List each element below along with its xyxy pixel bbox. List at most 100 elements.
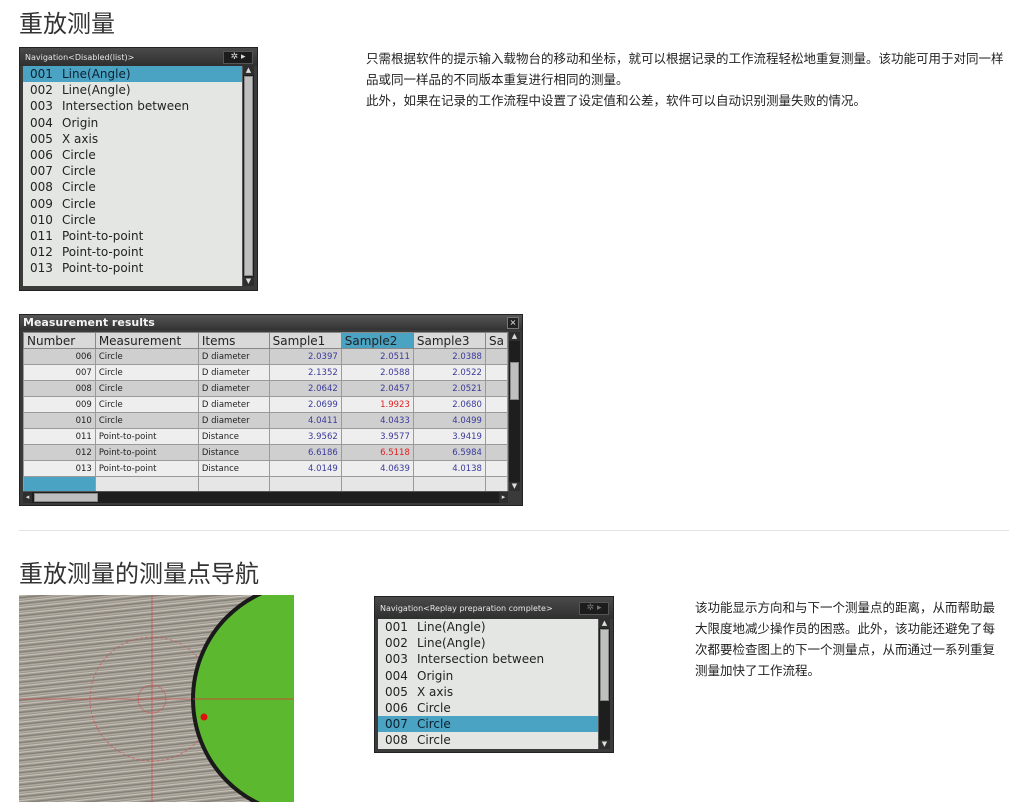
scroll-down-icon[interactable]: ▼ [509, 482, 520, 491]
navigation-item[interactable]: 013 Point-to-point [23, 260, 242, 276]
navigation-item-number: 011 [30, 228, 53, 243]
cell-value: 2.0642 [268, 380, 342, 397]
column-header[interactable]: Measurement [94, 332, 199, 349]
cell-value: 2.0388 [412, 348, 486, 365]
caret-right-icon: ▸ [597, 603, 602, 613]
measurement-results-panel: Measurement results × Number Measurement I… [19, 314, 523, 506]
vertical-scrollbar[interactable]: ▲ ▼ [598, 619, 610, 749]
navigation-item[interactable]: 010 Circle [23, 212, 242, 228]
navigation-panel: Navigation<Disabled(list)> ✲ ▸ 001 Line(A… [19, 47, 258, 291]
navigation-item[interactable]: 005 X axis [378, 684, 598, 700]
scroll-thumb[interactable] [34, 493, 98, 502]
column-header[interactable]: Sample2 [340, 332, 414, 349]
vertical-scrollbar[interactable]: ▲ ▼ [242, 66, 254, 286]
column-header[interactable]: Items [197, 332, 270, 349]
navigation-item[interactable]: 002 Line(Angle) [23, 82, 242, 98]
cell-value: 2.0457 [340, 380, 414, 397]
gear-menu-button[interactable]: ✲ ▸ [223, 50, 253, 64]
navigation-item-number: 005 [30, 131, 53, 146]
scroll-down-icon[interactable]: ▼ [243, 277, 254, 286]
navigation-item-number: 008 [30, 180, 53, 195]
navigation-item[interactable]: 001 Line(Angle) [23, 66, 242, 83]
cell-value: 3.9562 [268, 428, 342, 445]
scroll-down-icon[interactable]: ▼ [599, 740, 610, 749]
column-header[interactable]: Sample1 [268, 332, 342, 349]
cell-number: 010 [23, 412, 96, 429]
column-header[interactable]: Number [23, 332, 96, 349]
navigation-item[interactable]: 008 Circle [378, 732, 598, 748]
navigation-item[interactable]: 003 Intersection between [378, 651, 598, 667]
cell-text: Point-to-point [94, 428, 199, 445]
navigation-item[interactable]: 006 Circle [23, 147, 242, 163]
scroll-thumb[interactable] [510, 362, 519, 400]
navigation-item[interactable]: 003 Intersection between [23, 98, 242, 114]
results-vertical-scrollbar[interactable]: ▲ ▼ [508, 332, 520, 491]
navigation-list[interactable]: 001 Line(Angle) 002 Line(Angle) 003 Intersect… [378, 619, 610, 749]
navigation-item[interactable]: 009 Circle [23, 196, 242, 212]
column-header[interactable]: Sample3 [412, 332, 486, 349]
navigation-item[interactable]: 004 Origin [378, 668, 598, 684]
scroll-up-icon[interactable]: ▲ [599, 619, 610, 628]
section-title-replay: 重放测量 [19, 10, 115, 38]
cell-value: 2.0680 [412, 396, 486, 413]
table-row[interactable]: 008 Circle D diameter 2.0642 2.0457 2.0521 [23, 380, 508, 397]
scroll-left-icon[interactable]: ◂ [23, 492, 32, 503]
table-row[interactable]: 012 Point-to-point Distance 6.6186 6.5118 6.5… [23, 444, 508, 461]
table-row[interactable]: 009 Circle D diameter 2.0699 1.9923 2.0680 [23, 396, 508, 413]
navigation-item-label: X axis [62, 131, 99, 146]
cell-number: 006 [23, 348, 96, 365]
gear-menu-button[interactable]: ✲ ▸ [579, 601, 609, 615]
cell-empty [484, 396, 508, 413]
navigation-item-label: Origin [417, 668, 454, 683]
navigation-item-number: 001 [385, 620, 408, 634]
section-title-navigation: 重放测量的测量点导航 [19, 560, 259, 588]
navigation-item-label: Circle [417, 700, 451, 715]
navigation-item-label: Point-to-point [62, 228, 144, 243]
cell-value: 3.9419 [412, 428, 486, 445]
scroll-thumb[interactable] [244, 76, 253, 276]
navigation-item[interactable]: 012 Point-to-point [23, 244, 242, 260]
cell-value: 4.0433 [340, 412, 414, 429]
navigation-item[interactable]: 002 Line(Angle) [378, 635, 598, 651]
navigation-item-number: 004 [30, 115, 53, 130]
navigation-item-number: 001 [30, 67, 53, 81]
scroll-up-icon[interactable]: ▲ [509, 332, 520, 341]
navigation-item[interactable]: 005 X axis [23, 131, 242, 147]
cell-text: Point-to-point [94, 460, 199, 477]
scroll-up-icon[interactable]: ▲ [243, 66, 254, 75]
results-grid[interactable]: Number Measurement Items Sample1 Sample2 Samp… [23, 332, 508, 493]
navigation-item[interactable]: 006 Circle [378, 700, 598, 716]
navigation-item[interactable]: 007 Circle [378, 716, 598, 733]
navigation-item-number: 003 [30, 99, 53, 114]
results-title-text: Measurement results [23, 316, 155, 329]
table-row[interactable]: 011 Point-to-point Distance 3.9562 3.9577 3.9… [23, 428, 508, 445]
navigation-item-number: 010 [30, 212, 53, 227]
navigation-item-label: Origin [62, 115, 99, 130]
scroll-right-icon[interactable]: ▸ [499, 492, 508, 503]
results-horizontal-scrollbar[interactable]: ◂ ▸ [23, 491, 508, 503]
navigation-item[interactable]: 007 Circle [23, 163, 242, 179]
navigation-list[interactable]: 001 Line(Angle) 002 Line(Angle) 003 Intersect… [23, 66, 254, 286]
table-row[interactable]: 007 Circle D diameter 2.1352 2.0588 2.0522 [23, 364, 508, 381]
cell-value: 2.0522 [412, 364, 486, 381]
navigation-item[interactable]: 001 Line(Angle) [378, 619, 598, 635]
cell-empty [484, 428, 508, 445]
navigation-item[interactable]: 008 Circle [23, 179, 242, 195]
column-header[interactable]: Sa [484, 332, 508, 349]
scroll-thumb[interactable] [600, 629, 609, 701]
navigation-item-label: Circle [62, 196, 96, 211]
navigation-item-label: Circle [417, 717, 451, 732]
close-icon[interactable]: × [507, 317, 519, 329]
table-row[interactable]: 010 Circle D diameter 4.0411 4.0433 4.0499 [23, 412, 508, 429]
navigation-item[interactable]: 004 Origin [23, 115, 242, 131]
navigation-title: Navigation<Disabled(list)> [25, 52, 135, 62]
table-row[interactable]: 013 Point-to-point Distance 4.0149 4.0639 4.0… [23, 460, 508, 477]
navigation-item-number: 007 [385, 717, 408, 732]
table-row[interactable]: 006 Circle D diameter 2.0397 2.0511 2.0388 [23, 348, 508, 365]
navigation-item-label: Intersection between [417, 652, 545, 667]
description-paragraph: 该功能显示方向和与下一个测量点的距离，从而帮助最大限度地减少操作员的困惑。此外，… [695, 600, 996, 678]
description-paragraph: 此外，如果在记录的工作流程中设置了设定值和公差，软件可以自动识别测量失败的情况。 [366, 93, 867, 108]
navigation-item-number: 003 [385, 652, 408, 667]
navigation-item-number: 013 [30, 261, 53, 276]
navigation-item[interactable]: 011 Point-to-point [23, 228, 242, 244]
